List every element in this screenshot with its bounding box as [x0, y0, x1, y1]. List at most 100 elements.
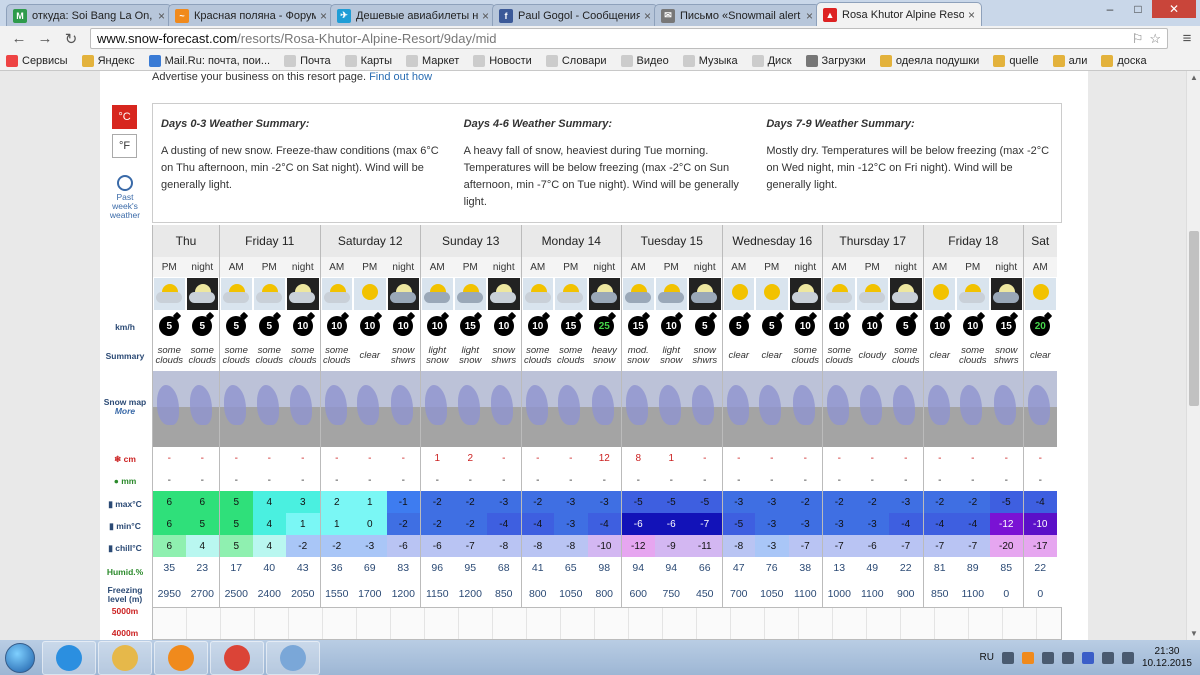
summary-cell: some clouds	[188, 345, 216, 366]
snow-map-thumbnail[interactable]	[989, 371, 1023, 447]
translate-icon[interactable]: ⚐	[1132, 31, 1144, 47]
snow-map-thumbnail[interactable]	[755, 371, 789, 447]
snow-cm-cell: -	[152, 447, 186, 469]
bookmark-item[interactable]: Почта	[284, 54, 331, 67]
bookmark-item[interactable]: Маркет	[405, 54, 459, 67]
network-icon[interactable]	[1101, 651, 1114, 664]
tab-close-icon[interactable]: ×	[644, 9, 651, 23]
bookmark-item[interactable]: Музыка	[682, 54, 738, 67]
snow-map-thumbnail[interactable]	[219, 371, 253, 447]
bookmark-item[interactable]: Словари	[545, 54, 607, 67]
snow-map-thumbnail[interactable]	[386, 371, 420, 447]
bookmark-item[interactable]: Карты	[344, 54, 392, 67]
tab-close-icon[interactable]: ×	[320, 9, 327, 23]
more-link[interactable]: More	[115, 406, 135, 416]
humidity-cell: 40	[263, 562, 276, 574]
tray-icon[interactable]	[1021, 651, 1034, 664]
browser-tab[interactable]: f Paul Gogol - Сообщения ×	[492, 4, 658, 26]
rain-mm-cell: -	[569, 474, 573, 486]
maximize-button[interactable]: □	[1124, 0, 1152, 18]
tab-close-icon[interactable]: ×	[482, 9, 489, 23]
forward-icon[interactable]: →	[32, 30, 58, 47]
snow-cm-cell: -	[301, 452, 305, 464]
bookmark-item[interactable]: Новости	[473, 54, 532, 67]
tray-icon[interactable]	[1041, 651, 1054, 664]
bookmark-item[interactable]: Сервисы	[6, 54, 68, 67]
bookmark-item[interactable]: одеяла подушки	[879, 54, 979, 67]
snow-map-thumbnail[interactable]	[152, 371, 186, 447]
celsius-button[interactable]: °C	[112, 105, 137, 129]
minimize-button[interactable]: –	[1096, 0, 1124, 18]
snow-map-thumbnail[interactable]	[453, 371, 487, 447]
start-button[interactable]	[0, 641, 40, 675]
snow-map-thumbnail[interactable]	[554, 371, 588, 447]
tab-close-icon[interactable]: ×	[158, 9, 165, 23]
snow-map-thumbnail[interactable]	[252, 371, 286, 447]
tray-icon[interactable]	[1001, 651, 1014, 664]
snow-map-thumbnail[interactable]	[1023, 371, 1057, 447]
period-cell: night	[688, 257, 722, 277]
snow-map-thumbnail[interactable]	[621, 371, 655, 447]
past-week-link[interactable]: Past week's weather	[104, 175, 146, 220]
bookmark-item[interactable]: Загрузки	[805, 54, 866, 67]
close-button[interactable]: ✕	[1152, 0, 1196, 18]
tab-close-icon[interactable]: ×	[806, 9, 813, 23]
snow-map-thumbnail[interactable]	[185, 371, 219, 447]
snow-map-thumbnail[interactable]	[520, 371, 554, 447]
snow-map-thumbnail[interactable]	[688, 371, 722, 447]
bookmark-item[interactable]: Видео	[620, 54, 669, 67]
advert-link[interactable]: Find out how	[369, 71, 432, 83]
chrome-taskbar-button[interactable]	[210, 640, 264, 675]
snow-map-thumbnail[interactable]	[286, 371, 320, 447]
browser-tab[interactable]: Mоткуда: Soi Bang La On, T ×	[6, 4, 172, 26]
day-header-row: Thu Friday 11 Saturday 12 Sunday 13 Monday 1…	[152, 225, 1062, 257]
browser-tab[interactable]: ~ Красная поляна - Форум ×	[168, 4, 334, 26]
scroll-up-icon[interactable]: ▲	[1187, 73, 1200, 82]
rain-mm-cell: -	[870, 474, 874, 486]
snow-map-thumbnail[interactable]	[721, 371, 755, 447]
tab-close-icon[interactable]: ×	[968, 8, 975, 22]
page-scrollbar[interactable]: ▲ ▼	[1186, 71, 1200, 640]
fahrenheit-button[interactable]: °F	[112, 134, 137, 158]
reload-icon[interactable]: ↻	[58, 30, 84, 48]
bookmark-star-icon[interactable]: ☆	[1149, 31, 1161, 47]
scroll-down-icon[interactable]: ▼	[1187, 629, 1200, 638]
snow-map-thumbnail[interactable]	[956, 371, 990, 447]
language-indicator[interactable]: RU	[979, 652, 993, 663]
bookmark-item[interactable]: Яндекс	[81, 54, 135, 67]
snow-map-thumbnail[interactable]	[788, 371, 822, 447]
snow-map-thumbnail[interactable]	[922, 371, 956, 447]
wind-arrow-icon: 10	[326, 316, 347, 336]
browser-tab[interactable]: ✉ Письмо «Snowmail alert f ×	[654, 4, 820, 26]
clock[interactable]: 21:30 10.12.2015	[1142, 646, 1192, 670]
snow-map-thumbnail[interactable]	[654, 371, 688, 447]
snow-map-thumbnail[interactable]	[319, 371, 353, 447]
snow-map-thumbnail[interactable]	[855, 371, 889, 447]
ie-taskbar-button[interactable]	[42, 640, 96, 675]
bookmark-item[interactable]: quelle	[993, 54, 1039, 67]
url-input[interactable]: www.snow-forecast.com/resorts/Rosa-Khuto…	[90, 28, 1168, 49]
snow-map-thumbnail[interactable]	[587, 371, 621, 447]
bookmark-item[interactable]: доска	[1101, 54, 1147, 67]
explorer-taskbar-button[interactable]	[98, 640, 152, 675]
bluetooth-icon[interactable]	[1081, 651, 1094, 664]
max-temp-cell: -3	[554, 491, 588, 513]
bookmark-item[interactable]: али	[1052, 54, 1087, 67]
snow-map-thumbnail[interactable]	[889, 371, 923, 447]
tray-icon[interactable]	[1061, 651, 1074, 664]
browser-tab[interactable]: ✈ Дешевые авиабилеты на ×	[330, 4, 496, 26]
media-player-taskbar-button[interactable]	[154, 640, 208, 675]
bookmark-item[interactable]: Mail.Ru: почта, пои...	[148, 54, 270, 67]
volume-icon[interactable]	[1121, 651, 1134, 664]
snow-map-thumbnail[interactable]	[353, 371, 387, 447]
menu-icon[interactable]: ≡	[1174, 30, 1200, 47]
snow-map-thumbnail[interactable]	[487, 371, 521, 447]
paint-taskbar-button[interactable]	[266, 640, 320, 675]
back-icon[interactable]: ←	[6, 30, 32, 47]
snow-map-thumbnail[interactable]	[420, 371, 454, 447]
browser-tab[interactable]: ▲ Rosa Khutor Alpine Resort ×	[816, 2, 982, 26]
snow-map-thumbnail[interactable]	[822, 371, 856, 447]
chill-temp-cell: -6	[386, 535, 420, 557]
scrollbar-thumb[interactable]	[1189, 231, 1199, 406]
bookmark-item[interactable]: Диск	[751, 54, 792, 67]
